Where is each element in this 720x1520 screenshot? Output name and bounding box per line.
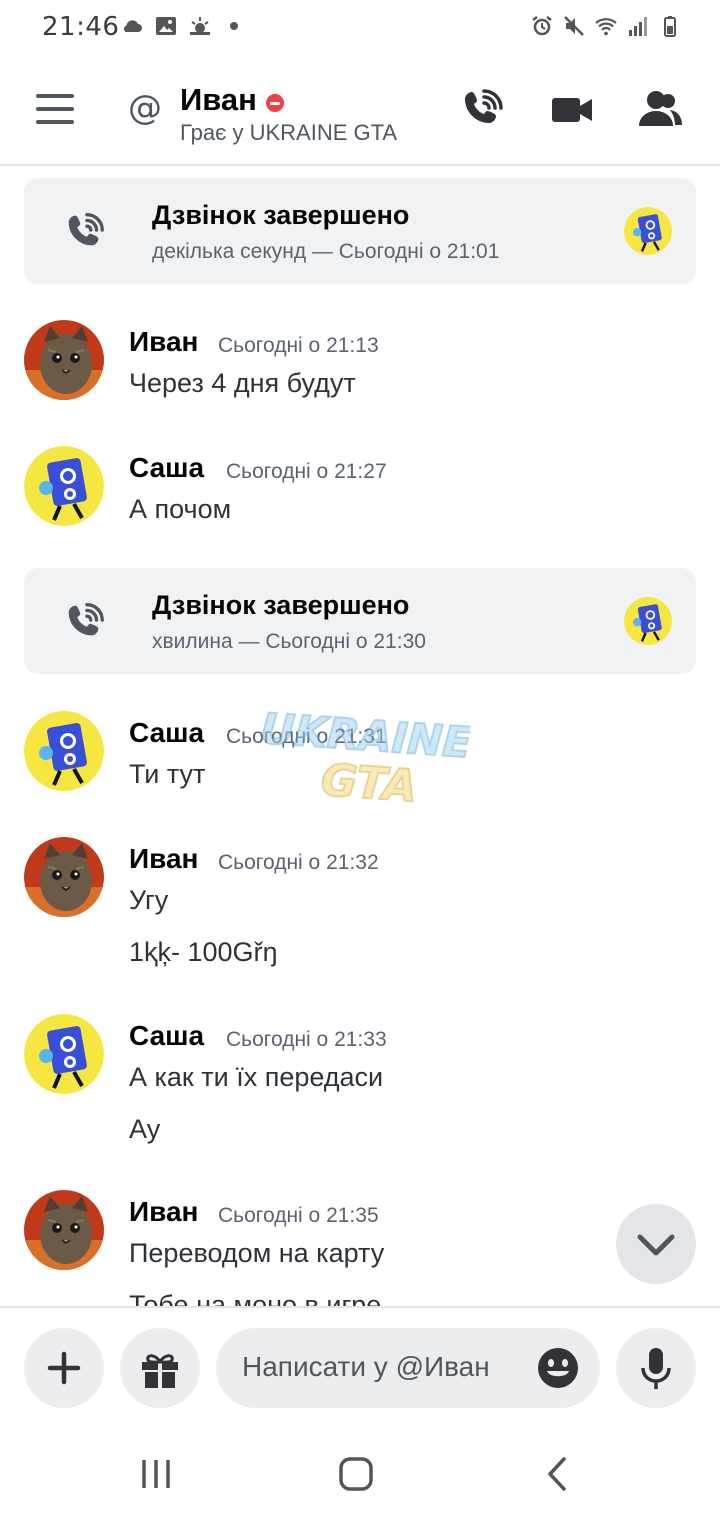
status-bar: 21:46: [0, 0, 720, 56]
robot-avatar[interactable]: [24, 1014, 104, 1094]
microphone-icon: [641, 1348, 671, 1389]
cat-avatar[interactable]: [24, 837, 104, 917]
message-text: А как ти їх передаси: [129, 1062, 384, 1092]
video-call-button[interactable]: [548, 86, 596, 134]
call-title: Дзвінок завершено: [152, 200, 410, 230]
ukraine-gta-watermark: UKRAINE GTA: [260, 706, 470, 812]
menu-icon[interactable]: [36, 94, 76, 124]
cat-avatar[interactable]: [24, 320, 104, 400]
gift-icon: [142, 1354, 178, 1388]
wifi-icon: [595, 18, 617, 36]
message-text: Ау: [129, 1114, 161, 1144]
at-icon: @: [128, 88, 162, 128]
call-ended-card: Дзвінок завершено хвилина — Сьогодні о 2…: [24, 568, 696, 674]
phone-call-icon: [68, 603, 104, 636]
voice-message-button[interactable]: [616, 1328, 696, 1408]
message-composer: Написати у @Иван: [0, 1306, 720, 1418]
message-input[interactable]: Написати у @Иван: [216, 1328, 600, 1408]
message-text: Угу: [129, 885, 169, 915]
mute-icon: [564, 16, 584, 36]
back-icon[interactable]: [538, 1454, 578, 1494]
message-timestamp: Сьогодні о 21:35: [218, 1204, 379, 1227]
message-timestamp: Сьогодні о 21:32: [218, 851, 379, 874]
message-author[interactable]: Иван: [129, 843, 198, 875]
channel-name[interactable]: Иван: [180, 82, 257, 118]
gift-button[interactable]: [120, 1328, 200, 1408]
plus-icon: [47, 1351, 81, 1385]
message-text: Тобе на моно в игре: [129, 1290, 382, 1306]
dot-icon: [230, 22, 238, 30]
weather-icon: [190, 17, 210, 35]
message-timestamp: Сьогодні о 21:27: [226, 460, 387, 483]
participant-avatar: [624, 597, 672, 645]
chevron-down-icon: [637, 1234, 675, 1256]
message-timestamp: Сьогодні о 21:33: [226, 1028, 387, 1051]
dm-header: @ Иван Грає у UKRAINE GTA: [0, 56, 720, 166]
members-icon[interactable]: [636, 86, 684, 134]
robot-avatar[interactable]: [24, 446, 104, 526]
dnd-status-icon: [266, 94, 284, 112]
watermark-line2: GTA: [319, 755, 418, 812]
message-text: Через 4 дня будут: [129, 368, 356, 398]
system-nav-bar: [0, 1418, 720, 1520]
cloud-icon: [124, 20, 142, 32]
activity-status: Грає у UKRAINE GTA: [180, 120, 398, 145]
message-text: Переводом на карту: [129, 1238, 385, 1268]
message-text: 1ⱪķ- 100Gřŋ: [129, 937, 278, 967]
message-author[interactable]: Иван: [129, 326, 198, 358]
call-ended-card: Дзвінок завершено декілька секунд — Сьог…: [24, 178, 696, 284]
message-author[interactable]: Саша: [129, 717, 204, 749]
message-author[interactable]: Иван: [129, 1196, 198, 1228]
battery-icon: [664, 16, 676, 37]
emoji-icon[interactable]: [536, 1346, 580, 1390]
add-attachment-button[interactable]: [24, 1328, 104, 1408]
message-input-placeholder: Написати у @Иван: [242, 1351, 490, 1382]
recents-icon[interactable]: [136, 1454, 176, 1494]
robot-avatar[interactable]: [24, 711, 104, 791]
call-title: Дзвінок завершено: [152, 590, 410, 620]
message-text: Ти тут: [129, 759, 206, 789]
message-author[interactable]: Саша: [129, 452, 204, 484]
participant-avatar: [624, 207, 672, 255]
image-icon: [156, 17, 176, 35]
message-author[interactable]: Саша: [129, 1020, 204, 1052]
message-text: А почом: [129, 494, 232, 524]
call-duration: декілька секунд — Сьогодні о 21:01: [152, 240, 500, 263]
phone-call-icon: [68, 213, 104, 246]
home-icon[interactable]: [336, 1454, 376, 1494]
call-duration: хвилина — Сьогодні о 21:30: [152, 630, 426, 653]
message-timestamp: Сьогодні о 21:13: [218, 334, 379, 357]
alarm-icon: [532, 16, 552, 36]
jump-to-latest-button[interactable]: [616, 1204, 696, 1284]
status-time: 21:46: [42, 12, 120, 42]
signal-icon: [629, 17, 647, 36]
voice-call-button[interactable]: [458, 86, 506, 134]
cat-avatar[interactable]: [24, 1190, 104, 1270]
